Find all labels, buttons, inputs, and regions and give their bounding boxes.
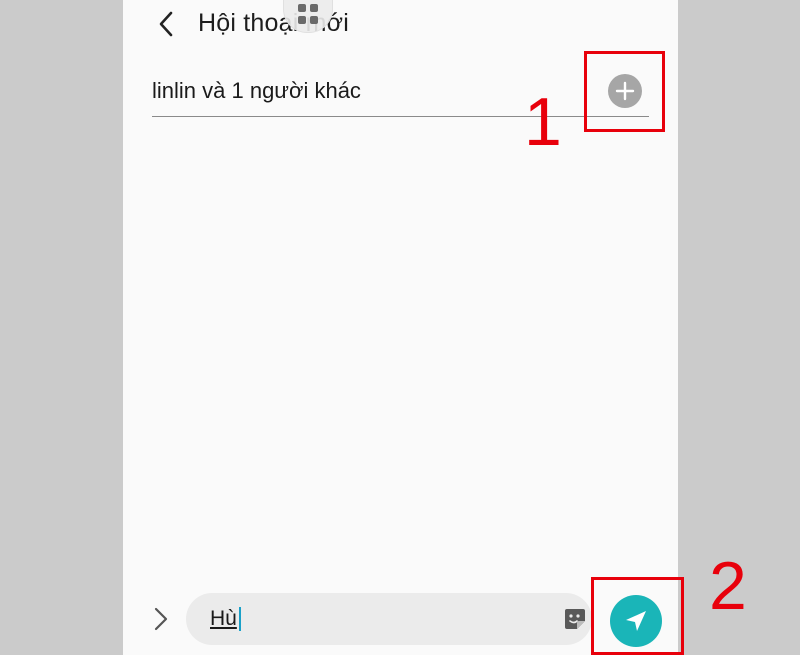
back-button[interactable] [149, 6, 185, 42]
chevron-right-icon [154, 607, 168, 631]
callout-box-1 [584, 51, 665, 132]
message-input[interactable]: Hù [186, 593, 592, 645]
sticker-button[interactable] [562, 606, 588, 632]
grid-icon [298, 4, 318, 24]
app-header: Hội thoại mới [123, 0, 678, 50]
recipient-field[interactable]: linlin và 1 người khác [152, 66, 649, 117]
chevron-left-icon [159, 11, 173, 37]
screenshot-frame: Hội thoại mới linlin và 1 người khác Hù … [0, 0, 800, 655]
expand-options-button[interactable] [147, 604, 175, 634]
callout-number-2: 2 [709, 548, 747, 624]
message-input-value: Hù [210, 607, 237, 630]
text-caret [239, 607, 241, 631]
callout-number-1: 1 [524, 84, 562, 160]
callout-box-2 [591, 577, 684, 655]
sticker-icon [565, 609, 585, 629]
recipient-text: linlin và 1 người khác [152, 78, 361, 103]
